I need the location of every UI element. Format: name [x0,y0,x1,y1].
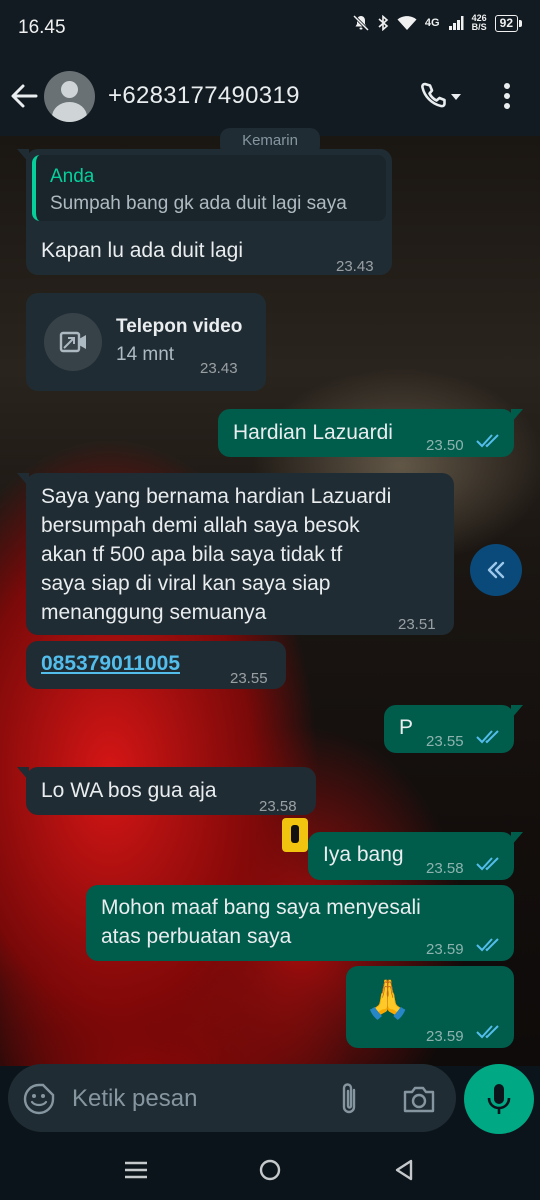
double-check-icon [476,857,499,871]
message-outgoing[interactable]: Hardian Lazuardi 23.50 [218,409,523,457]
message-incoming[interactable]: Saya yang bernama hardian Lazuardi bersu… [17,473,454,635]
wifi-icon [397,16,417,30]
double-chevron-left-icon [487,561,505,579]
emoji-button[interactable] [22,1082,56,1116]
quote-text: Sumpah bang gk ada duit lagi saya [50,193,347,214]
back-button[interactable] [8,76,44,116]
message-text: P [399,716,414,739]
message-outgoing[interactable]: 🙏 23.59 [346,966,514,1048]
video-call-badge [44,313,102,371]
message-time: 23.43 [200,360,238,377]
message-text: Kapan lu ada duit lagi [41,239,243,262]
message-time: 23.55 [426,733,464,750]
nav-back-button[interactable] [386,1154,422,1186]
double-check-icon [476,730,499,744]
wallpaper-car-badge [282,818,308,852]
call-title: Telepon video [116,316,243,337]
quoted-message[interactable]: Anda Sumpah bang gk ada duit lagi saya [32,155,386,221]
video-call-icon [59,331,86,353]
chat-header: +6283177490319 [0,56,540,136]
message-outgoing[interactable]: Iya bang 23.58 [308,832,523,880]
voice-call-button[interactable] [418,78,468,114]
nav-home-button[interactable] [252,1154,288,1186]
message-video-call[interactable]: Telepon video 14 mnt 23.43 [26,293,266,391]
message-text: Iya bang [323,843,404,866]
message-text: Hardian Lazuardi [233,421,393,444]
quote-sender: Anda [50,166,95,187]
camera-icon [403,1086,435,1113]
message-incoming[interactable]: Lo WA bos gua aja 23.58 [17,767,316,815]
more-options-button[interactable] [494,78,520,114]
voice-record-button[interactable] [464,1064,534,1134]
message-input[interactable] [72,1082,322,1116]
nav-recents-icon [125,1161,147,1179]
nav-home-icon [259,1159,281,1181]
message-time: 23.50 [426,437,464,454]
more-vert-icon [504,83,510,109]
message-outgoing[interactable]: Mohon maaf bang saya menyesali atas perb… [86,885,514,961]
signal-icon [448,16,464,30]
message-time: 23.43 [336,258,374,275]
attach-button[interactable] [336,1080,362,1118]
double-check-icon [476,434,499,448]
message-composer [8,1064,456,1132]
status-icons: 4G 426 B/S 92 [352,13,523,32]
message-time: 23.59 [426,1028,464,1045]
chevron-down-icon [451,94,461,100]
back-arrow-icon [11,84,38,108]
battery-indicator: 92 [494,14,523,32]
phone-icon [421,82,446,108]
contact-avatar[interactable] [44,71,95,122]
network-type: 4G [424,17,440,29]
bluetooth-icon [378,15,389,31]
status-time: 16.45 [18,17,66,38]
status-bar: 16.45 4G 426 B/S 92 [0,0,540,56]
contact-name[interactable]: +6283177490319 [108,82,300,110]
message-time: 23.51 [398,616,436,633]
camera-button[interactable] [400,1080,438,1118]
avatar-icon [61,81,78,98]
double-check-icon [476,938,499,952]
call-duration: 14 mnt [116,344,175,365]
message-incoming[interactable]: 085379011005 23.55 [26,641,286,689]
scroll-nav-button[interactable] [470,544,522,596]
message-incoming[interactable]: Anda Sumpah bang gk ada duit lagi saya K… [17,149,392,275]
attach-icon [342,1083,356,1114]
nav-recents-button[interactable] [118,1154,154,1186]
double-check-icon [476,1025,499,1039]
message-text: Mohon maaf bang saya menyesali atas perb… [101,896,421,948]
message-time: 23.58 [259,798,297,815]
message-text: Saya yang bernama hardian Lazuardi bersu… [41,485,392,624]
emoji-message: 🙏 [364,979,412,1021]
message-time: 23.55 [230,670,268,687]
emoji-icon [23,1083,55,1115]
system-navigation-bar [0,1140,540,1200]
message-outgoing[interactable]: P 23.55 [384,705,523,753]
mic-icon [487,1084,511,1114]
message-time: 23.59 [426,941,464,958]
mute-icon [352,15,369,31]
network-speed: 426 B/S [471,13,487,32]
message-text: Lo WA bos gua aja [41,779,217,802]
phone-number-link[interactable]: 085379011005 [41,650,180,678]
message-time: 23.58 [426,860,464,877]
nav-back-icon [395,1159,413,1181]
